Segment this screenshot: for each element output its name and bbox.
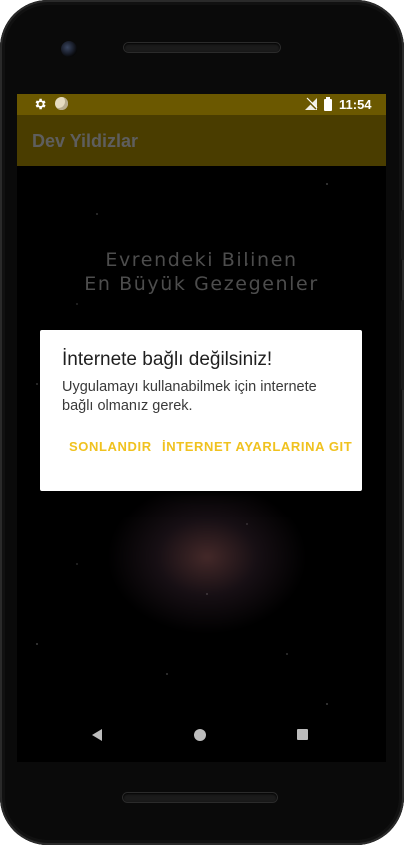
headline-line-2: En Büyük Gezegenler [84, 273, 319, 295]
background-headline: Evrendeki Bilinen En Büyük Gezegenler [17, 248, 386, 296]
dialog-title: İnternete bağlı değilsiniz! [62, 349, 273, 370]
app-bar: Dev Yildizlar [17, 115, 386, 166]
phone-frame: 11:54 Dev Yildizlar Evrendeki Bilinen En… [0, 0, 404, 845]
status-time: 11:54 [339, 97, 372, 112]
top-speaker [124, 43, 280, 52]
end-button[interactable]: SONLANDIR [69, 439, 152, 454]
status-bar: 11:54 [17, 94, 386, 115]
navigation-bar [17, 714, 386, 762]
screen: 11:54 Dev Yildizlar Evrendeki Bilinen En… [17, 94, 386, 762]
home-icon[interactable] [194, 729, 206, 741]
signal-icon [305, 97, 318, 110]
back-icon[interactable] [92, 729, 102, 741]
bottom-speaker [123, 793, 277, 802]
nebula-image [107, 494, 307, 634]
internet-settings-button[interactable]: İNTERNET AYARLARINA GIT [162, 439, 352, 454]
app-title: Dev Yildizlar [32, 131, 139, 151]
sync-icon [55, 97, 68, 110]
dialog-message: Uygulamayı kullanabilmek için internete … [62, 379, 317, 414]
headline-line-1: Evrendeki Bilinen [105, 249, 298, 271]
no-internet-dialog: İnternete bağlı değilsiniz! Uygulamayı k… [40, 330, 362, 491]
gear-icon [35, 98, 46, 110]
front-camera [61, 41, 77, 57]
recents-icon[interactable] [297, 729, 308, 740]
battery-icon [324, 97, 332, 111]
